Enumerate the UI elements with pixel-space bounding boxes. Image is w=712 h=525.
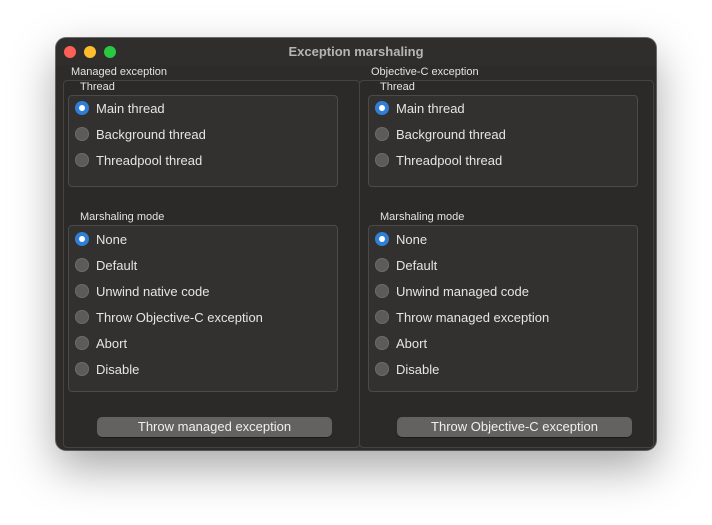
radio-label: Main thread bbox=[96, 100, 165, 116]
radio-icon[interactable] bbox=[375, 362, 389, 376]
radio-icon[interactable] bbox=[75, 153, 89, 167]
left-thread-option-main[interactable]: Main thread bbox=[75, 98, 165, 118]
radio-label: Disable bbox=[96, 361, 140, 377]
throw-managed-exception-button[interactable]: Throw managed exception bbox=[97, 417, 332, 437]
radio-label: Background thread bbox=[96, 126, 206, 142]
right-marshaling-group-title: Marshaling mode bbox=[380, 211, 465, 223]
radio-label: Unwind managed code bbox=[396, 283, 529, 299]
title-bar[interactable]: Exception marshaling bbox=[56, 38, 656, 65]
radio-label: Abort bbox=[396, 335, 428, 351]
radio-icon[interactable] bbox=[75, 258, 89, 272]
left-thread-option-background[interactable]: Background thread bbox=[75, 124, 206, 144]
radio-label: Disable bbox=[396, 361, 440, 377]
radio-label: Throw managed exception bbox=[396, 309, 550, 325]
left-mode-option-default[interactable]: Default bbox=[75, 255, 137, 275]
radio-icon[interactable] bbox=[75, 310, 89, 324]
managed-exception-title: Managed exception bbox=[71, 66, 168, 78]
radio-selected-icon[interactable] bbox=[75, 101, 89, 115]
right-thread-group: Main thread Background thread Threadpool… bbox=[368, 95, 638, 187]
radio-icon[interactable] bbox=[375, 153, 389, 167]
left-mode-option-throw[interactable]: Throw Objective-C exception bbox=[75, 307, 263, 327]
left-thread-group-title: Thread bbox=[80, 81, 115, 93]
right-thread-group-title: Thread bbox=[380, 81, 415, 93]
radio-label: Main thread bbox=[396, 100, 465, 116]
right-mode-option-throw[interactable]: Throw managed exception bbox=[375, 307, 549, 327]
throw-objective-c-exception-button[interactable]: Throw Objective-C exception bbox=[397, 417, 632, 437]
radio-label: Default bbox=[96, 257, 138, 273]
right-thread-option-threadpool[interactable]: Threadpool thread bbox=[375, 150, 502, 170]
radio-label: Default bbox=[396, 257, 438, 273]
radio-icon[interactable] bbox=[375, 284, 389, 298]
radio-icon[interactable] bbox=[75, 336, 89, 350]
exception-marshaling-window: Exception marshaling Managed exception T… bbox=[56, 38, 656, 450]
objective-c-exception-title: Objective-C exception bbox=[371, 66, 479, 78]
radio-selected-icon[interactable] bbox=[375, 232, 389, 246]
radio-icon[interactable] bbox=[375, 336, 389, 350]
radio-label: Unwind native code bbox=[96, 283, 210, 299]
left-marshaling-group: None Default Unwind native code Throw Ob… bbox=[68, 225, 338, 392]
radio-label: Threadpool thread bbox=[396, 152, 503, 168]
radio-label: None bbox=[396, 231, 428, 247]
left-mode-option-disable[interactable]: Disable bbox=[75, 359, 139, 379]
radio-icon[interactable] bbox=[375, 127, 389, 141]
radio-selected-icon[interactable] bbox=[75, 232, 89, 246]
left-mode-option-abort[interactable]: Abort bbox=[75, 333, 127, 353]
right-marshaling-group: None Default Unwind managed code Throw m… bbox=[368, 225, 638, 392]
right-mode-option-unwind[interactable]: Unwind managed code bbox=[375, 281, 529, 301]
radio-icon[interactable] bbox=[75, 284, 89, 298]
radio-label: None bbox=[96, 231, 128, 247]
radio-label: Abort bbox=[96, 335, 128, 351]
radio-selected-icon[interactable] bbox=[375, 101, 389, 115]
radio-label: Throw Objective-C exception bbox=[96, 309, 263, 325]
right-mode-option-disable[interactable]: Disable bbox=[375, 359, 439, 379]
radio-icon[interactable] bbox=[375, 258, 389, 272]
right-mode-option-none[interactable]: None bbox=[375, 229, 427, 249]
left-mode-option-unwind[interactable]: Unwind native code bbox=[75, 281, 209, 301]
right-thread-option-main[interactable]: Main thread bbox=[375, 98, 465, 118]
radio-label: Threadpool thread bbox=[96, 152, 203, 168]
right-mode-option-default[interactable]: Default bbox=[375, 255, 437, 275]
left-thread-option-threadpool[interactable]: Threadpool thread bbox=[75, 150, 202, 170]
radio-icon[interactable] bbox=[375, 310, 389, 324]
radio-label: Background thread bbox=[396, 126, 506, 142]
left-thread-group: Main thread Background thread Threadpool… bbox=[68, 95, 338, 187]
left-marshaling-group-title: Marshaling mode bbox=[80, 211, 165, 223]
right-thread-option-background[interactable]: Background thread bbox=[375, 124, 506, 144]
radio-icon[interactable] bbox=[75, 362, 89, 376]
right-mode-option-abort[interactable]: Abort bbox=[375, 333, 427, 353]
window-title: Exception marshaling bbox=[288, 44, 424, 59]
left-mode-option-none[interactable]: None bbox=[75, 229, 127, 249]
radio-icon[interactable] bbox=[75, 127, 89, 141]
